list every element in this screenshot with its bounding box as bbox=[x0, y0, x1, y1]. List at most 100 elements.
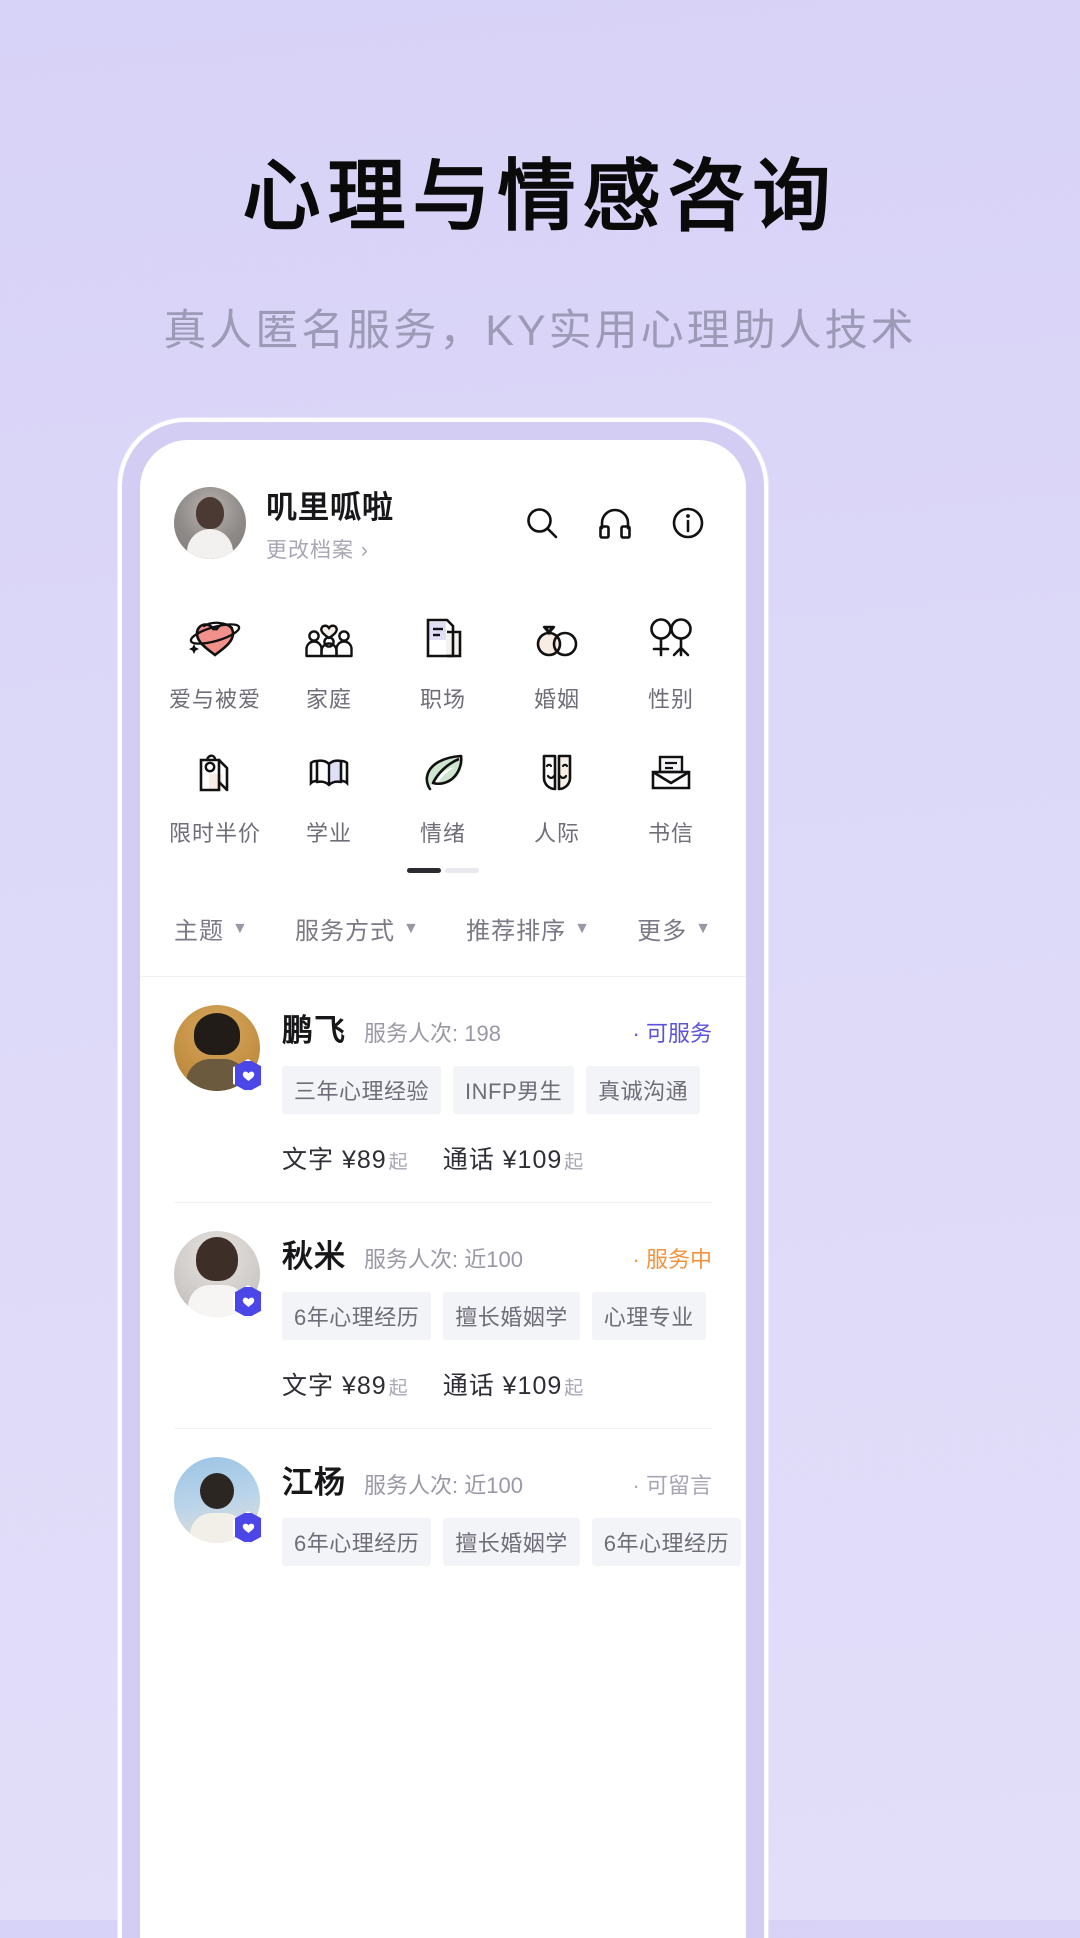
category-label: 性别 bbox=[647, 687, 694, 712]
headphones-icon[interactable] bbox=[595, 503, 635, 543]
category-grid: 爱与被爱 家庭 职场 婚姻 性别 限时半价 学业 情绪 人际 书信 bbox=[140, 564, 746, 862]
filter-label: 推荐排序 bbox=[466, 918, 567, 945]
consultant-list: 鹏飞 服务人次: 198 · 可服务 三年心理经验 INFP男生 真诚沟通 文字… bbox=[140, 977, 746, 1592]
consultant-avatar[interactable] bbox=[174, 1457, 263, 1544]
category-item-interpersonal[interactable]: 人际 bbox=[500, 732, 614, 862]
avatar[interactable] bbox=[174, 487, 246, 559]
tag: 真诚沟通 bbox=[586, 1066, 701, 1114]
filter-more[interactable]: 更多 ▼ bbox=[637, 911, 712, 946]
header-actions bbox=[522, 503, 712, 543]
category-item-halfprice[interactable]: 限时半价 bbox=[158, 732, 272, 862]
chevron-down-icon: ▼ bbox=[232, 919, 249, 937]
price-label: 文字 ¥89 bbox=[282, 1146, 387, 1174]
profile-header: 叽里呱啦 更改档案 › bbox=[140, 440, 746, 564]
consultant-service-count: 服务人次: 近100 bbox=[364, 1247, 523, 1272]
filter-label: 主题 bbox=[174, 918, 224, 945]
price-voice: 通话 ¥109 起 bbox=[443, 1140, 585, 1176]
category-label: 婚姻 bbox=[533, 687, 580, 712]
page-title: 心理与情感咨询 bbox=[242, 152, 838, 242]
page-subtitle: 真人匿名服务，KY实用心理助人技术 bbox=[163, 307, 917, 355]
status-badge: · 可留言 bbox=[632, 1473, 712, 1498]
wedding-rings-icon bbox=[500, 606, 614, 668]
chevron-down-icon: ▼ bbox=[403, 919, 420, 937]
promo-header: 心理与情感咨询 真人匿名服务，KY实用心理助人技术 bbox=[0, 0, 1080, 358]
consultant-avatar[interactable] bbox=[174, 1231, 263, 1318]
list-item[interactable]: 秋米 服务人次: 近100 · 服务中 6年心理经历 擅长婚姻学 心理专业 文字… bbox=[174, 1203, 712, 1429]
tag: 6年心理经历 bbox=[282, 1518, 432, 1566]
price-suffix: 起 bbox=[564, 1378, 585, 1399]
tag: 擅长婚姻学 bbox=[443, 1518, 580, 1566]
consultant-tags: 6年心理经历 擅长婚姻学 6年心理经历 bbox=[282, 1518, 742, 1566]
category-label: 人际 bbox=[533, 821, 580, 846]
filter-service-mode[interactable]: 服务方式 ▼ bbox=[295, 911, 420, 946]
price-text: 文字 ¥89 起 bbox=[282, 1140, 409, 1176]
category-label: 限时半价 bbox=[168, 821, 261, 846]
category-item-study[interactable]: 学业 bbox=[272, 732, 386, 862]
consultant-tags: 三年心理经验 INFP男生 真诚沟通 bbox=[282, 1066, 712, 1114]
status-badge: · 服务中 bbox=[632, 1247, 712, 1272]
edit-profile-link[interactable]: 更改档案 › bbox=[266, 534, 522, 564]
category-label: 爱与被爱 bbox=[168, 687, 261, 712]
open-book-icon bbox=[272, 740, 386, 802]
profile-name: 叽里呱啦 bbox=[266, 490, 394, 525]
list-item[interactable]: 江杨 服务人次: 近100 · 可留言 6年心理经历 擅长婚姻学 6年心理经历 bbox=[174, 1429, 742, 1592]
filter-bar: 主题 ▼ 服务方式 ▼ 推荐排序 ▼ 更多 ▼ bbox=[140, 873, 746, 977]
pager-dot[interactable] bbox=[445, 868, 479, 873]
leaf-icon bbox=[386, 740, 500, 802]
price-label: 通话 ¥109 bbox=[442, 1372, 563, 1400]
consultant-service-count: 服务人次: 198 bbox=[364, 1021, 501, 1046]
consultant-prices: 文字 ¥89 起 通话 ¥109 起 bbox=[282, 1366, 712, 1402]
tag: 三年心理经验 bbox=[282, 1066, 442, 1114]
profile-text-block: 叽里呱啦 更改档案 › bbox=[266, 482, 522, 564]
filter-label: 服务方式 bbox=[295, 918, 396, 945]
category-item-family[interactable]: 家庭 bbox=[272, 598, 386, 728]
heart-orbit-icon bbox=[158, 606, 272, 668]
price-text: 文字 ¥89 起 bbox=[282, 1366, 409, 1402]
category-item-emotion[interactable]: 情绪 bbox=[386, 732, 500, 862]
chevron-down-icon: ▼ bbox=[574, 919, 591, 937]
category-label: 学业 bbox=[305, 821, 352, 846]
filter-sort[interactable]: 推荐排序 ▼ bbox=[466, 911, 591, 946]
list-item[interactable]: 鹏飞 服务人次: 198 · 可服务 三年心理经验 INFP男生 真诚沟通 文字… bbox=[174, 977, 712, 1203]
filter-topic[interactable]: 主题 ▼ bbox=[174, 911, 249, 946]
consultant-name: 鹏飞 bbox=[282, 1013, 346, 1048]
tag: 6年心理经历 bbox=[282, 1292, 432, 1340]
tag: INFP男生 bbox=[453, 1066, 575, 1114]
app-screen: 叽里呱啦 更改档案 › 爱与被爱 家庭 职场 婚姻 性别 限时半价 学业 情绪 … bbox=[140, 440, 746, 1938]
consultant-service-count: 服务人次: 近100 bbox=[364, 1473, 523, 1498]
edit-profile-label: 更改档案 bbox=[266, 539, 354, 562]
category-item-workplace[interactable]: 职场 bbox=[386, 598, 500, 728]
two-faces-icon bbox=[500, 740, 614, 802]
consultant-avatar[interactable] bbox=[174, 1005, 263, 1092]
price-label: 通话 ¥109 bbox=[442, 1146, 563, 1174]
chevron-down-icon: ▼ bbox=[695, 919, 712, 937]
phone-mockup: 叽里呱啦 更改档案 › 爱与被爱 家庭 职场 婚姻 性别 限时半价 学业 情绪 … bbox=[118, 418, 768, 1938]
tag: 擅长婚姻学 bbox=[443, 1292, 580, 1340]
category-item-marriage[interactable]: 婚姻 bbox=[500, 598, 614, 728]
status-badge: · 可服务 bbox=[632, 1021, 712, 1046]
category-label: 书信 bbox=[647, 821, 694, 846]
category-item-gender[interactable]: 性别 bbox=[614, 598, 728, 728]
price-tag-icon bbox=[158, 740, 272, 802]
category-item-letter[interactable]: 书信 bbox=[614, 732, 728, 862]
category-item-love[interactable]: 爱与被爱 bbox=[158, 598, 272, 728]
price-suffix: 起 bbox=[564, 1152, 585, 1173]
price-label: 文字 ¥89 bbox=[282, 1372, 387, 1400]
pager-dot-active[interactable] bbox=[407, 868, 441, 873]
tag: 心理专业 bbox=[591, 1292, 706, 1340]
filter-label: 更多 bbox=[637, 918, 688, 945]
consultant-tags: 6年心理经历 擅长婚姻学 心理专业 bbox=[282, 1292, 712, 1340]
search-icon[interactable] bbox=[522, 503, 562, 543]
family-icon bbox=[272, 606, 386, 668]
consultant-name: 江杨 bbox=[282, 1465, 346, 1500]
category-label: 职场 bbox=[419, 687, 466, 712]
category-label: 情绪 bbox=[419, 821, 466, 846]
gender-symbols-icon bbox=[614, 606, 728, 668]
info-icon[interactable] bbox=[668, 503, 708, 543]
document-icon bbox=[386, 606, 500, 668]
price-voice: 通话 ¥109 起 bbox=[443, 1366, 585, 1402]
tag: 6年心理经历 bbox=[591, 1518, 742, 1566]
price-suffix: 起 bbox=[388, 1378, 409, 1399]
letter-envelope-icon bbox=[614, 740, 728, 802]
consultant-name: 秋米 bbox=[282, 1239, 346, 1274]
